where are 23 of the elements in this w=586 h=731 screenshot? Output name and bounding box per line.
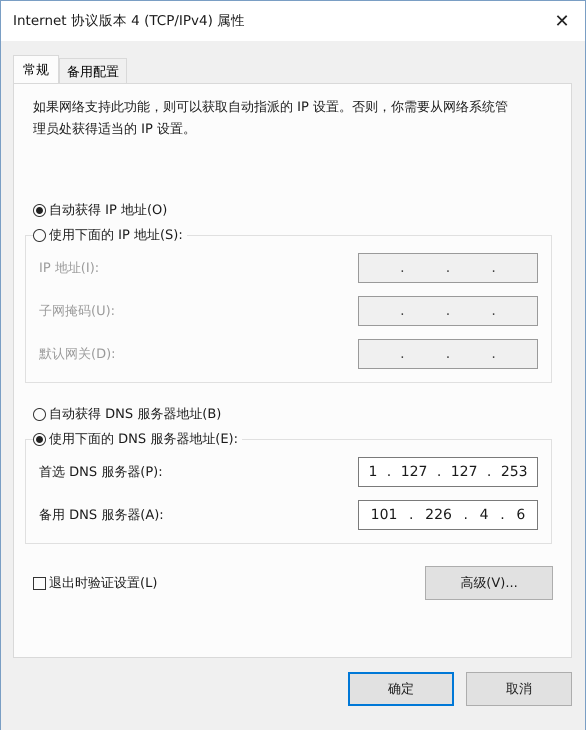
dialog-button[interactable]: 取消 [466,672,572,706]
field-label: 子网掩码(U): [39,302,116,320]
dialog-button[interactable]: 确定 [348,672,454,706]
advanced-button[interactable]: 高级(V)... [425,566,553,600]
checkbox-label: 退出时验证设置(L) [49,575,158,592]
field-label: 首选 DNS 服务器(P): [39,464,163,480]
field-label: IP 地址(I): [39,260,100,276]
checkbox[interactable] [33,576,46,590]
window-title: Internet 协议版本 4 (TCP/IPv4) 属性 [13,12,246,30]
description-text: 如果网络支持此功能，则可以获取自动指派的 IP 设置。否则，你需要从网络系统管理员处获得适当的 IP 设置。 [33,99,509,139]
ip-address-field[interactable]: 101 . 226 . 4 . 6 [358,500,538,530]
radio-button[interactable] [33,408,46,420]
radio-label: 自动获得 IP 地址(O) [49,202,168,219]
radio-label: 使用下面的 DNS 服务器地址(E): [49,431,238,448]
ip-address-field[interactable]: 1 . 127 . 127 . 253 [358,456,538,486]
tab[interactable]: 备用配置 [59,58,127,83]
radio-label: 自动获得 DNS 服务器地址(B) [49,406,222,423]
radio-button[interactable] [33,432,46,446]
close-button[interactable]: ✕ [539,1,585,41]
field-label: 备用 DNS 服务器(A): [39,506,164,524]
radio-label: 使用下面的 IP 地址(S): [49,227,183,244]
field-label: 默认网关(D): [39,346,116,362]
tab[interactable]: 常规 [13,55,59,83]
